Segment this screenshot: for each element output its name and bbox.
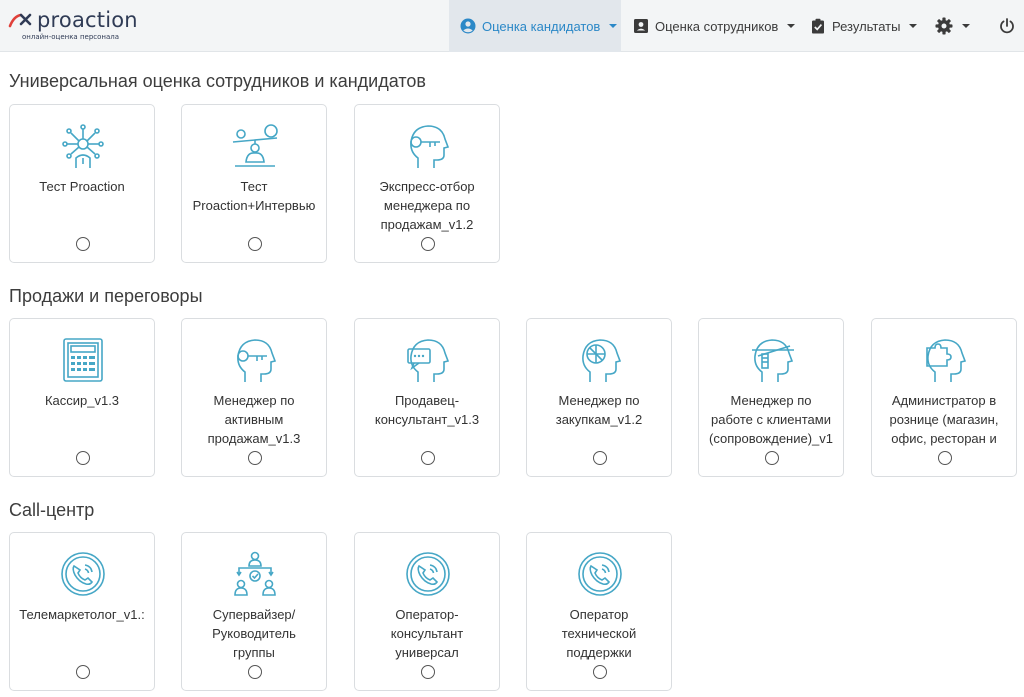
card-label: Тест Proaction+Интервью	[192, 179, 316, 213]
nav-candidates-assessment[interactable]: Оценка кандидатов	[449, 0, 621, 52]
nav-results[interactable]: Результаты	[810, 0, 918, 52]
chevron-down-icon	[908, 21, 918, 31]
chevron-down-icon	[961, 21, 971, 31]
cash-register-icon	[59, 336, 107, 384]
logout-button[interactable]	[999, 0, 1015, 52]
card-label: Оператор технической поддержки	[561, 607, 637, 660]
nav-employees-assessment[interactable]: Оценка сотрудников	[633, 0, 796, 52]
settings-menu[interactable]	[935, 0, 971, 52]
card-radio[interactable]	[765, 451, 779, 465]
logo-wordmark: proaction	[37, 8, 138, 32]
gear-icon	[935, 17, 953, 35]
section-title-call-center: Call-центр	[9, 500, 95, 520]
card-label: Супервайзер/ Руководитель группы	[212, 607, 296, 660]
power-icon	[999, 18, 1015, 34]
card-label: Менеджер по закупкам_v1.2	[555, 393, 643, 427]
card-label: Продавец- консультант_v1.3	[374, 393, 480, 427]
phone-circle-icon	[59, 550, 107, 598]
card-radio[interactable]	[76, 665, 90, 679]
nav-label: Оценка сотрудников	[655, 18, 779, 34]
card-radio[interactable]	[421, 451, 435, 465]
card-radio[interactable]	[421, 665, 435, 679]
chevron-down-icon	[608, 21, 618, 31]
card-test-proaction[interactable]: Тест Proaction	[9, 104, 155, 263]
card-radio[interactable]	[421, 237, 435, 251]
card-tech-support-operator[interactable]: Оператор технической поддержки	[526, 532, 672, 691]
card-label: Тест Proaction	[39, 179, 125, 194]
card-universal-operator[interactable]: Оператор- консультант универсал	[354, 532, 500, 691]
card-active-sales-manager[interactable]: Менеджер по активным продажам_v1.3	[181, 318, 327, 477]
card-radio[interactable]	[76, 237, 90, 251]
top-bar: proaction онлайн-оценка персонала Оценка…	[0, 0, 1024, 52]
card-cashier[interactable]: Кассир_v1.3	[9, 318, 155, 477]
card-label: Менеджер по работе с клиентами (сопровож…	[708, 393, 834, 446]
logo-mark-icon	[8, 12, 34, 28]
card-radio[interactable]	[593, 451, 607, 465]
user-circle-icon	[460, 18, 476, 34]
card-label: Кассир_v1.3	[44, 393, 120, 408]
network-head-icon	[59, 122, 107, 170]
phone-circle-icon	[404, 550, 452, 598]
chevron-down-icon	[786, 21, 796, 31]
section-title-sales: Продажи и переговоры	[9, 286, 203, 306]
card-radio[interactable]	[248, 451, 262, 465]
clipboard-check-icon	[810, 18, 826, 34]
nav-label: Результаты	[832, 18, 901, 34]
card-label: Телемаркетолог_v1.:	[19, 607, 145, 622]
head-key-icon	[231, 336, 279, 384]
head-chat-icon	[404, 336, 452, 384]
card-label: Экспресс-отбор менеджера по продажам_v1.…	[379, 179, 475, 232]
card-label: Менеджер по активным продажам_v1.3	[207, 393, 301, 446]
head-scan-icon	[748, 336, 796, 384]
card-sales-consultant[interactable]: Продавец- консультант_v1.3	[354, 318, 500, 477]
head-key-icon	[404, 122, 452, 170]
card-client-manager[interactable]: Менеджер по работе с клиентами (сопровож…	[698, 318, 844, 477]
logo-tagline: онлайн-оценка персонала	[22, 33, 120, 41]
team-hierarchy-icon	[231, 550, 279, 598]
proaction-logo[interactable]: proaction онлайн-оценка персонала	[8, 8, 138, 44]
card-supervisor[interactable]: Супервайзер/ Руководитель группы	[181, 532, 327, 691]
card-radio[interactable]	[76, 451, 90, 465]
card-test-proaction-interview[interactable]: Тест Proaction+Интервью	[181, 104, 327, 263]
phone-circle-icon	[576, 550, 624, 598]
head-target-icon	[576, 336, 624, 384]
card-radio[interactable]	[248, 237, 262, 251]
card-telemarketer[interactable]: Телемаркетолог_v1.:	[9, 532, 155, 691]
head-puzzle-icon	[921, 336, 969, 384]
balance-person-icon	[231, 122, 279, 170]
id-card-icon	[633, 18, 649, 34]
card-radio[interactable]	[593, 665, 607, 679]
card-label: Оператор- консультант универсал	[390, 607, 464, 660]
card-purchasing-manager[interactable]: Менеджер по закупкам_v1.2	[526, 318, 672, 477]
card-express-sales-manager[interactable]: Экспресс-отбор менеджера по продажам_v1.…	[354, 104, 500, 263]
nav-label: Оценка кандидатов	[482, 18, 601, 34]
card-radio[interactable]	[938, 451, 952, 465]
section-title-universal: Универсальная оценка сотрудников и канди…	[9, 71, 426, 91]
card-retail-administrator[interactable]: Администратор в рознице (магазин, офис, …	[871, 318, 1017, 477]
card-label: Администратор в рознице (магазин, офис, …	[889, 393, 999, 446]
card-radio[interactable]	[248, 665, 262, 679]
